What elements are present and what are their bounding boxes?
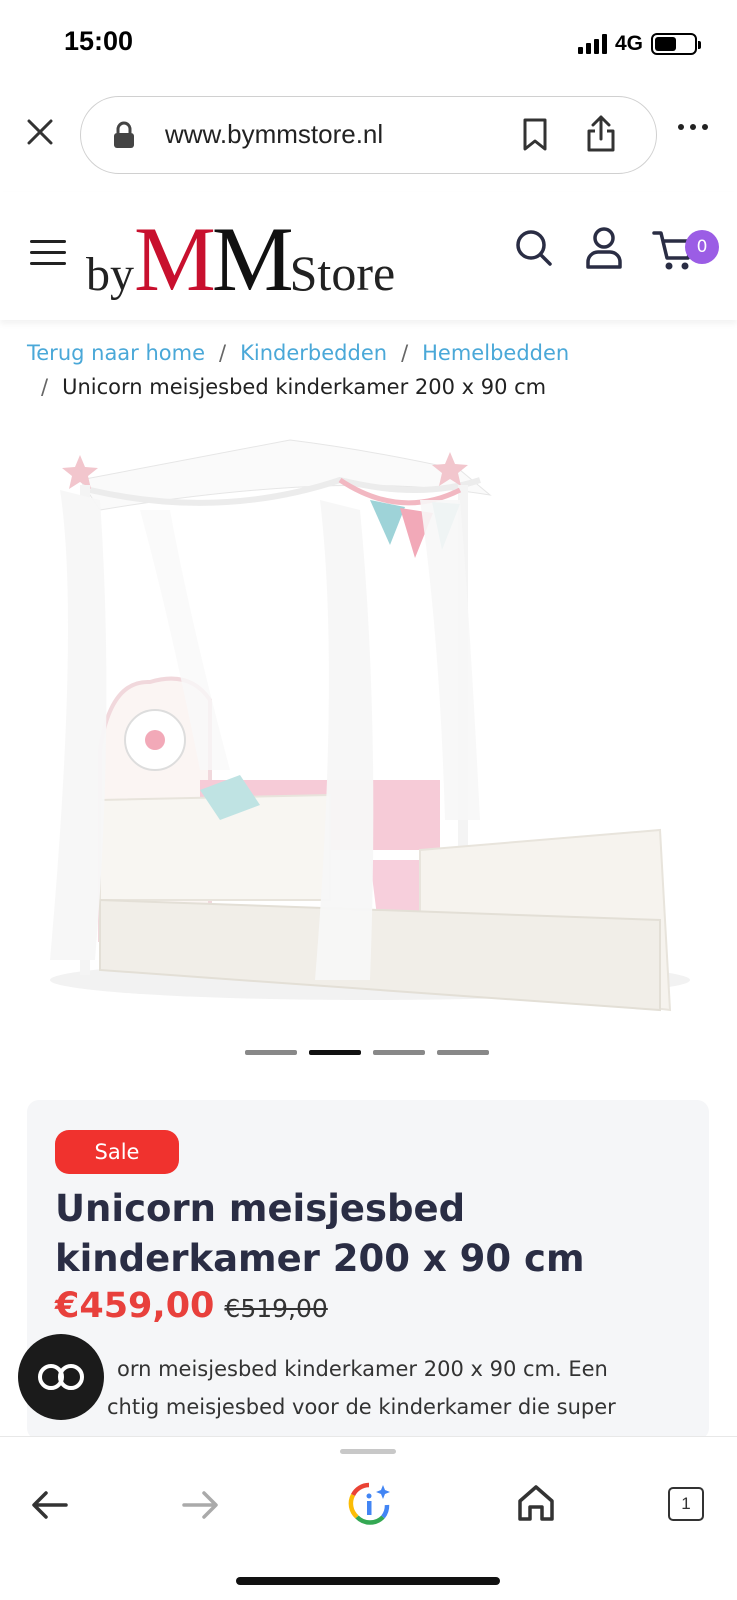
logo-by: by	[86, 248, 134, 301]
lock-icon	[113, 121, 135, 153]
browser-bottom-toolbar: 1	[0, 1436, 737, 1600]
gallery-pagination	[245, 1050, 489, 1055]
chat-button[interactable]	[18, 1334, 104, 1420]
breadcrumb-kinderbedden-link[interactable]: Kinderbedden	[240, 341, 387, 365]
gallery-dot[interactable]	[373, 1050, 425, 1055]
home-indicator	[236, 1577, 500, 1585]
product-image[interactable]	[40, 420, 700, 1040]
menu-icon[interactable]	[30, 240, 66, 273]
logo-m-red: M	[134, 208, 216, 310]
price-row: €459,00 €519,00	[55, 1286, 328, 1326]
google-lens-icon[interactable]	[347, 1481, 391, 1531]
status-time: 15:00	[64, 26, 134, 56]
product-info-card: Sale Unicorn meisjesbed kinderkamer 200 …	[27, 1100, 709, 1440]
sale-badge: Sale	[55, 1130, 179, 1174]
bookmark-icon[interactable]	[521, 117, 549, 157]
user-icon[interactable]	[584, 226, 624, 274]
site-header: by M M Store	[0, 192, 737, 320]
breadcrumb: Terug naar home / Kinderbedden / Hemelbedden…	[27, 336, 717, 404]
gallery-dot[interactable]	[245, 1050, 297, 1055]
description-line: chtig meisjesbed voor de kinderkamer die…	[107, 1395, 616, 1419]
status-indicators: 4G	[577, 32, 701, 56]
logo-m-black: M	[211, 208, 294, 310]
back-icon[interactable]	[30, 1489, 70, 1525]
sale-price: €459,00	[55, 1286, 215, 1326]
browser-toolbar: www.bymmstore.nl	[0, 88, 737, 182]
signal-icon	[577, 34, 607, 54]
home-icon[interactable]	[516, 1483, 556, 1527]
breadcrumb-hemelbedden-link[interactable]: Hemelbedden	[422, 341, 569, 365]
more-icon[interactable]	[678, 124, 708, 130]
gallery-dot[interactable]	[309, 1050, 361, 1055]
breadcrumb-separator: /	[219, 341, 227, 365]
forward-icon[interactable]	[180, 1489, 220, 1525]
logo-store: Store	[289, 245, 396, 301]
gallery-dot[interactable]	[437, 1050, 489, 1055]
breadcrumb-separator: /	[401, 341, 409, 365]
status-bar: 15:00 4G	[0, 0, 737, 88]
original-price: €519,00	[224, 1294, 328, 1323]
share-icon[interactable]	[585, 113, 617, 157]
url-text[interactable]: www.bymmstore.nl	[165, 119, 383, 150]
cart-count-badge[interactable]: 0	[685, 230, 719, 264]
product-title: Unicorn meisjesbed kinderkamer 200 x 90 …	[55, 1187, 585, 1280]
breadcrumb-current: Unicorn meisjesbed kinderkamer 200 x 90 …	[62, 375, 547, 399]
battery-icon	[651, 33, 701, 55]
close-icon[interactable]	[22, 114, 58, 150]
sheet-handle[interactable]	[340, 1449, 396, 1454]
breadcrumb-home-link[interactable]: Terug naar home	[27, 341, 205, 365]
tabs-icon[interactable]: 1	[668, 1487, 704, 1521]
store-logo[interactable]: by M M Store	[86, 206, 396, 310]
address-bar[interactable]: www.bymmstore.nl	[80, 96, 657, 174]
description-line: orn meisjesbed kinderkamer 200 x 90 cm. …	[117, 1357, 608, 1381]
search-icon[interactable]	[514, 228, 554, 272]
chat-icon	[38, 1364, 84, 1390]
network-label: 4G	[614, 32, 643, 55]
breadcrumb-separator: /	[41, 375, 49, 399]
product-description: orn meisjesbed kinderkamer 200 x 90 cm. …	[55, 1350, 695, 1426]
